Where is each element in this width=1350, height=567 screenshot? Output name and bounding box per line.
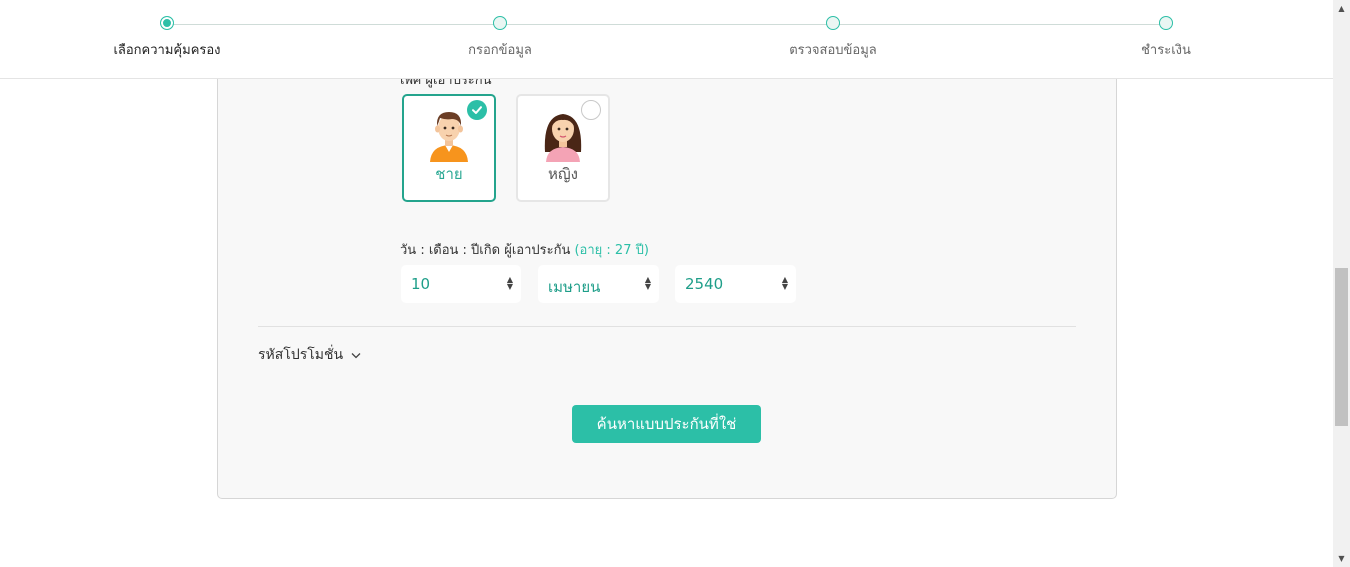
step-label: เลือกความคุ้มครอง xyxy=(113,43,221,58)
year-select-value: 2540 xyxy=(685,275,724,293)
scroll-up-arrow-icon[interactable]: ▲ xyxy=(1333,0,1350,17)
search-plan-button[interactable]: ค้นหาแบบประกันที่ใช่ xyxy=(572,405,761,443)
month-select[interactable]: เมษายน ▲ ▼ xyxy=(538,265,659,303)
coverage-form-card: เพศ ผู้เอาประกัน ชาย หญิง วัน: เดือน: … xyxy=(217,40,1117,499)
day-select-value: 10 xyxy=(411,275,431,293)
year-select[interactable]: 2540 ▲ ▼ xyxy=(675,265,796,303)
progress-stepper: เลือกความคุ้มครอง กรอกข้อมูล ตรวจสอบข้อม… xyxy=(0,0,1333,79)
gender-label-female: หญิง xyxy=(548,165,578,183)
select-arrows-icon: ▲ ▼ xyxy=(781,275,788,291)
chevron-down-icon xyxy=(347,349,361,362)
section-divider xyxy=(258,326,1076,327)
step-label: ตรวจสอบข้อมูล xyxy=(789,43,877,58)
gender-label-male: ชาย xyxy=(435,165,463,183)
step-select-coverage: เลือกความคุ้มครอง xyxy=(67,16,267,60)
stepper-track xyxy=(167,24,1165,25)
male-avatar-icon xyxy=(430,112,468,162)
select-arrows-icon: ▲ ▼ xyxy=(506,275,513,291)
scrollbar-thumb[interactable] xyxy=(1335,268,1348,426)
step-dot xyxy=(493,16,507,30)
age-display: (อายุ : 27 ปี) xyxy=(574,243,649,258)
female-avatar-icon xyxy=(544,114,582,162)
gender-option-male[interactable]: ชาย xyxy=(402,94,496,202)
step-fill-info: กรอกข้อมูล xyxy=(400,16,600,60)
step-label: ชำระเงิน xyxy=(1141,43,1191,58)
month-select-value: เมษายน xyxy=(548,278,601,296)
step-payment: ชำระเงิน xyxy=(1066,16,1266,60)
step-dot xyxy=(1159,16,1173,30)
check-icon xyxy=(467,100,487,120)
step-label: กรอกข้อมูล xyxy=(468,43,532,58)
day-select[interactable]: 10 ▲ ▼ xyxy=(401,265,521,303)
step-dot xyxy=(160,16,174,30)
promo-code-label: รหัสโปรโมชั่น xyxy=(258,347,344,363)
scroll-down-arrow-icon[interactable]: ▼ xyxy=(1333,550,1350,567)
step-review-info: ตรวจสอบข้อมูล xyxy=(733,16,933,60)
dob-label: วัน : เดือน : ปีเกิด ผู้เอาประกัน (อายุ … xyxy=(400,239,649,260)
dob-label-text: วัน : เดือน : ปีเกิด ผู้เอาประกัน xyxy=(400,243,571,258)
radio-unchecked-icon xyxy=(581,100,601,120)
page-scrollbar[interactable]: ▲ ▼ xyxy=(1333,0,1350,567)
promo-code-toggle[interactable]: รหัสโปรโมชั่น xyxy=(258,344,361,366)
step-dot xyxy=(826,16,840,30)
gender-option-female[interactable]: หญิง xyxy=(516,94,610,202)
select-arrows-icon: ▲ ▼ xyxy=(644,275,651,291)
